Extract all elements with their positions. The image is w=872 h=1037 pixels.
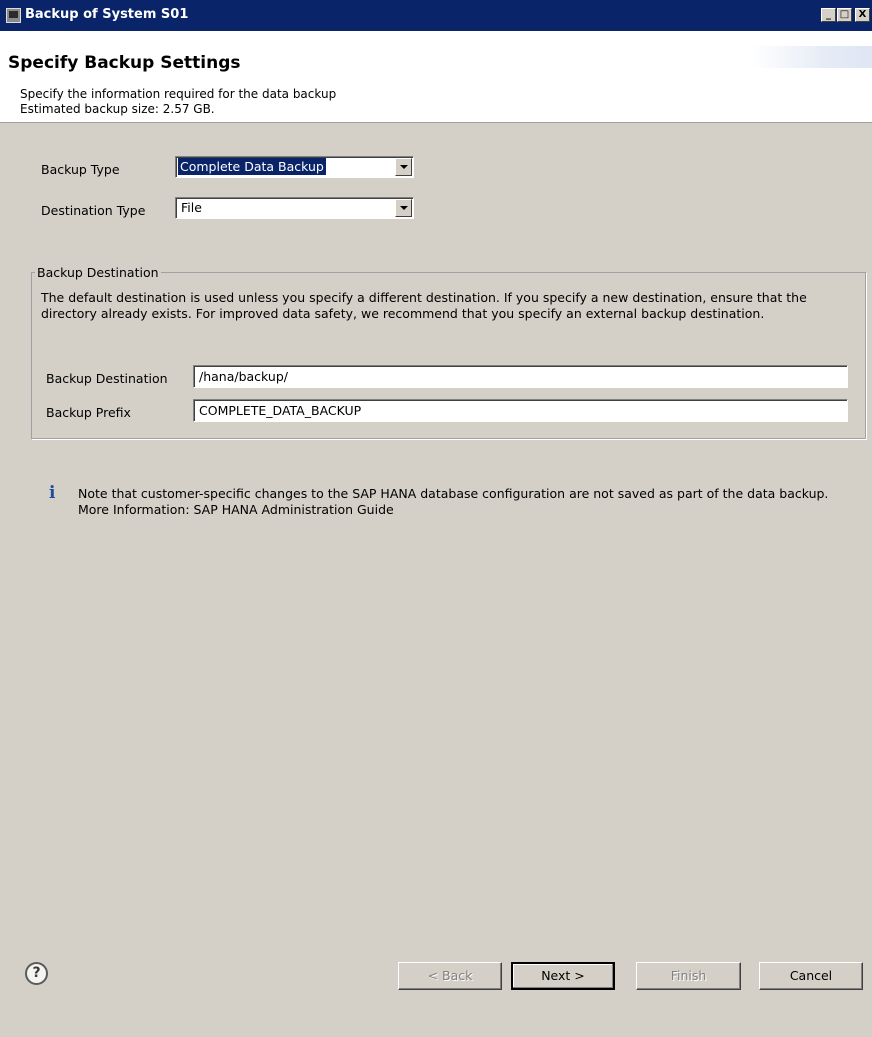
next-button[interactable]: Next >	[511, 962, 615, 990]
wizard-header: Specify Backup Settings Specify the info…	[0, 31, 872, 123]
page-description: Specify the information required for the…	[20, 87, 336, 117]
group-legend: Backup Destination	[35, 265, 161, 280]
minimize-button[interactable]: _	[821, 8, 836, 22]
cancel-button[interactable]: Cancel	[759, 962, 863, 990]
app-window-icon[interactable]	[6, 8, 21, 23]
backup-prefix-value: COMPLETE_DATA_BACKUP	[199, 403, 362, 418]
title-bar: Backup of System S01 _ □ X	[0, 0, 872, 31]
header-banner	[752, 46, 872, 68]
note-text: Note that customer-specific changes to t…	[78, 486, 829, 501]
back-button[interactable]: < Back	[398, 962, 502, 990]
backup-prefix-field[interactable]: COMPLETE_DATA_BACKUP	[193, 399, 848, 422]
backup-type-value: Complete Data Backup	[178, 158, 326, 175]
window-title: Backup of System S01	[25, 7, 189, 22]
backup-destination-label: Backup Destination	[46, 371, 168, 386]
chevron-down-icon[interactable]	[395, 199, 412, 217]
page-title: Specify Backup Settings	[8, 53, 241, 73]
backup-destination-field[interactable]: /hana/backup/	[193, 365, 848, 388]
finish-button[interactable]: Finish	[636, 962, 741, 990]
backup-size-estimate: Estimated backup size: 2.57 GB.	[20, 102, 215, 116]
close-button[interactable]: X	[855, 8, 870, 22]
destination-type-value: File	[181, 200, 202, 215]
backup-type-select[interactable]: Complete Data Backup	[175, 156, 414, 178]
backup-destination-value: /hana/backup/	[199, 369, 288, 384]
destination-type-select[interactable]: File	[175, 197, 414, 219]
chevron-down-icon[interactable]	[395, 158, 412, 176]
backup-type-label: Backup Type	[41, 162, 120, 177]
backup-prefix-label: Backup Prefix	[46, 405, 131, 420]
group-description: The default destination is used unless y…	[41, 290, 807, 321]
destination-type-label: Destination Type	[41, 203, 146, 218]
more-information-link: More Information: SAP HANA Administratio…	[78, 502, 394, 517]
maximize-button[interactable]: □	[837, 8, 852, 22]
help-icon[interactable]: ?	[25, 962, 48, 985]
info-icon: i	[49, 483, 56, 503]
info-note: Note that customer-specific changes to t…	[78, 486, 858, 518]
description-line: Specify the information required for the…	[20, 87, 337, 101]
